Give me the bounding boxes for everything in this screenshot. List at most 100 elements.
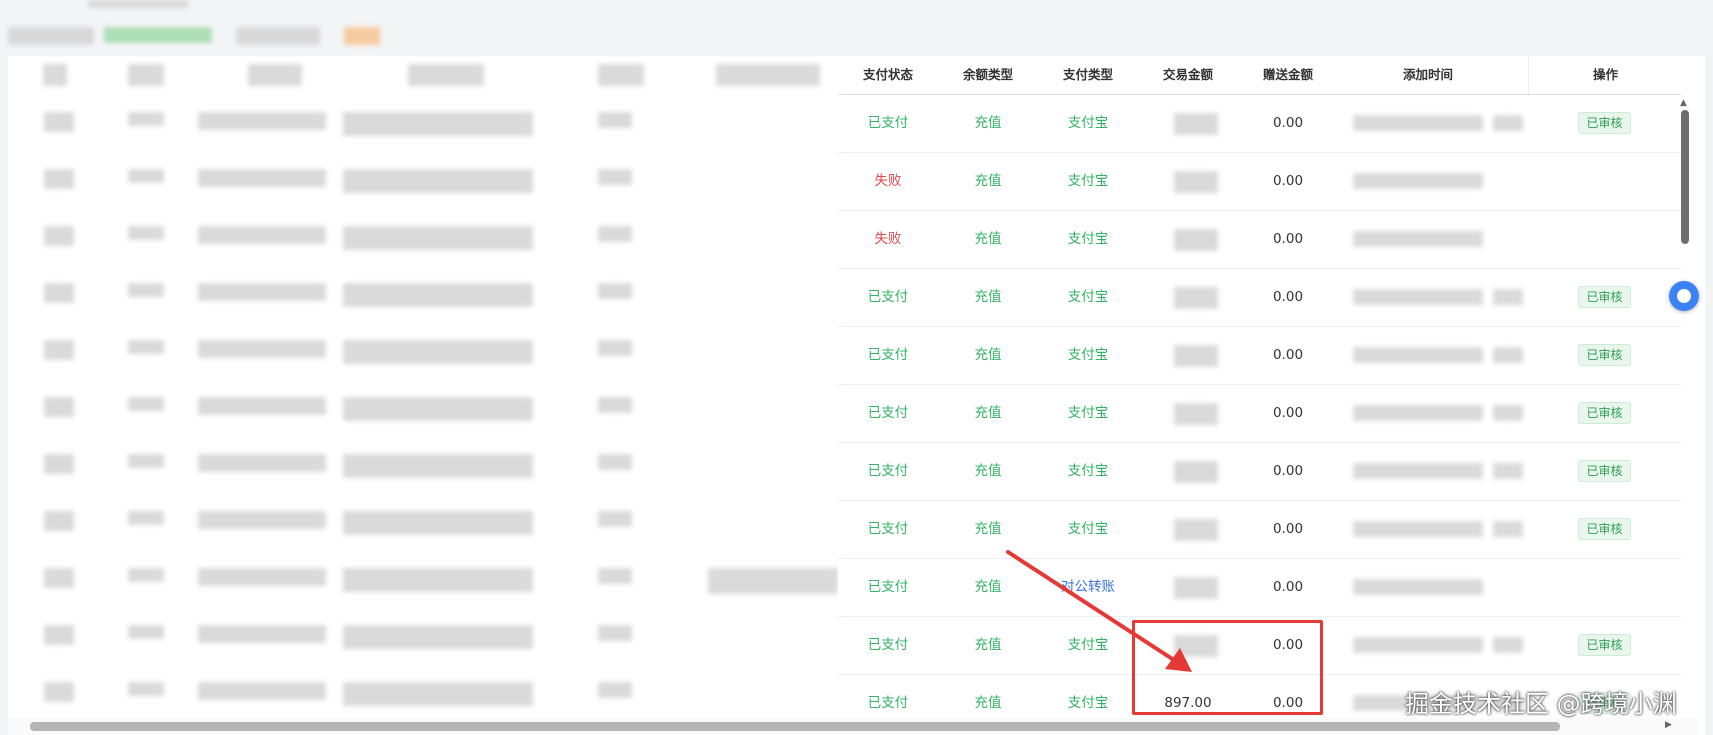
blurred-time-extra xyxy=(1493,289,1523,305)
table-row: 已支付 充值 支付宝 0.00 已审核 xyxy=(838,501,1681,559)
blurred-green-button[interactable] xyxy=(104,27,212,43)
approved-tag[interactable]: 已审核 xyxy=(1578,344,1631,366)
blurred-time-extra xyxy=(1493,347,1523,363)
cell-pay-status: 失败 xyxy=(874,173,902,189)
header-pay-type[interactable]: 支付类型 xyxy=(1038,56,1138,94)
blurred-cell xyxy=(44,226,74,246)
blurred-cell xyxy=(128,454,164,468)
table-row: 已支付 充值 支付宝 0.00 已审核 xyxy=(838,327,1681,385)
header-added-time[interactable]: 添加时间 xyxy=(1338,56,1518,94)
blurred-cell xyxy=(128,568,164,582)
cell-gift-amount: 0.00 xyxy=(1272,231,1304,247)
blurred-cell xyxy=(343,169,533,193)
blurred-cell xyxy=(598,682,632,698)
blurred-time xyxy=(1353,521,1483,537)
scroll-right-icon[interactable]: ▶ xyxy=(1665,720,1672,730)
blurred-time-extra xyxy=(1493,463,1523,479)
cell-gift-amount: 0.00 xyxy=(1272,289,1304,305)
blurred-cell xyxy=(598,568,632,584)
cell-pay-status: 已支付 xyxy=(867,405,909,421)
header-amount[interactable]: 交易金额 xyxy=(1138,56,1238,94)
blurred-amount xyxy=(1174,461,1218,483)
header-balance-type[interactable]: 余额类型 xyxy=(938,56,1038,94)
blurred-cell xyxy=(708,568,838,594)
approved-tag[interactable]: 已审核 xyxy=(1578,518,1631,540)
vertical-scroll-thumb[interactable] xyxy=(1681,110,1689,244)
cell-balance-type: 充值 xyxy=(974,115,1002,131)
horizontal-scrollbar[interactable]: ▶ xyxy=(8,718,1698,735)
blurred-amount xyxy=(1174,171,1218,193)
cell-action: 已审核 xyxy=(1528,95,1681,152)
blurred-cell xyxy=(343,682,533,706)
cell-balance-type: 充值 xyxy=(974,173,1002,189)
blurred-time xyxy=(1353,347,1483,363)
cell-pay-type: 支付宝 xyxy=(1067,521,1109,537)
horizontal-scroll-thumb[interactable] xyxy=(30,722,1560,731)
approved-tag[interactable]: 已审核 xyxy=(1578,402,1631,424)
vertical-scrollbar[interactable]: ▲ xyxy=(1678,96,1692,718)
blurred-header xyxy=(408,64,484,86)
blurred-cell xyxy=(44,625,74,645)
blurred-amount xyxy=(1174,113,1218,135)
cell-pay-type: 支付宝 xyxy=(1067,463,1109,479)
blurred-filter[interactable] xyxy=(8,27,94,45)
cell-action: 已审核 xyxy=(1528,617,1681,674)
blurred-filter[interactable] xyxy=(236,27,320,45)
blurred-orange-button[interactable] xyxy=(344,27,380,45)
watermark: 掘金技术社区 @跨境小渊 xyxy=(1405,690,1677,718)
cell-balance-type: 充值 xyxy=(974,347,1002,363)
toolbar-area xyxy=(0,0,1713,56)
highlight-box xyxy=(1132,620,1323,715)
scroll-up-icon[interactable]: ▲ xyxy=(1680,98,1687,108)
blurred-cell xyxy=(44,283,74,303)
blurred-cell xyxy=(598,226,632,242)
cell-pay-type: 支付宝 xyxy=(1067,405,1109,421)
blurred-amount xyxy=(1174,519,1218,541)
cell-gift-amount: 0.00 xyxy=(1272,173,1304,189)
blurred-cell xyxy=(198,454,326,472)
blurred-header xyxy=(598,64,644,86)
approved-tag[interactable]: 已审核 xyxy=(1578,112,1631,134)
blurred-time-extra xyxy=(1493,521,1523,537)
header-pay-status[interactable]: 支付状态 xyxy=(838,56,938,94)
header-action: 操作 xyxy=(1528,56,1682,94)
blurred-cell xyxy=(598,454,632,470)
blurred-cell xyxy=(598,169,632,185)
floating-assistant-icon[interactable] xyxy=(1669,281,1699,311)
cell-balance-type: 充值 xyxy=(974,289,1002,305)
blurred-cell xyxy=(343,625,533,649)
cell-action: 已审核 xyxy=(1528,443,1681,500)
table-row: 已支付 充值 对公转账 0.00 xyxy=(838,559,1681,617)
blurred-header xyxy=(43,64,67,86)
header-gift-amount[interactable]: 赠送金额 xyxy=(1238,56,1338,94)
cell-action: 已审核 xyxy=(1528,501,1681,558)
table-row: 已支付 充值 支付宝 0.00 已审核 xyxy=(838,385,1681,443)
cell-balance-type: 充值 xyxy=(974,231,1002,247)
blurred-cell xyxy=(598,511,632,527)
approved-tag[interactable]: 已审核 xyxy=(1578,286,1631,308)
cell-action xyxy=(1528,153,1681,210)
cell-pay-status: 已支付 xyxy=(867,115,909,131)
approved-tag[interactable]: 已审核 xyxy=(1578,634,1631,656)
table-header: 支付状态 余额类型 支付类型 交易金额 赠送金额 添加时间 操作 xyxy=(838,56,1681,95)
cell-pay-status: 已支付 xyxy=(867,637,909,653)
approved-tag[interactable]: 已审核 xyxy=(1578,460,1631,482)
blurred-cell xyxy=(343,283,533,307)
blurred-cell xyxy=(198,397,326,415)
cell-balance-type: 充值 xyxy=(974,579,1002,595)
blurred-time xyxy=(1353,579,1483,595)
blurred-cell xyxy=(44,511,74,531)
cell-gift-amount: 0.00 xyxy=(1272,579,1304,595)
blurred-cell xyxy=(44,682,74,702)
blurred-tab xyxy=(88,0,188,8)
blurred-cell xyxy=(128,226,164,240)
blurred-header xyxy=(716,64,820,86)
blurred-cell xyxy=(198,625,326,643)
blurred-time xyxy=(1353,463,1483,479)
cell-pay-type: 支付宝 xyxy=(1067,115,1109,131)
blurred-cell xyxy=(198,682,326,700)
cell-pay-type: 支付宝 xyxy=(1067,289,1109,305)
cell-action: 已审核 xyxy=(1528,269,1681,326)
blurred-header xyxy=(128,64,164,86)
cell-action: 已审核 xyxy=(1528,385,1681,442)
